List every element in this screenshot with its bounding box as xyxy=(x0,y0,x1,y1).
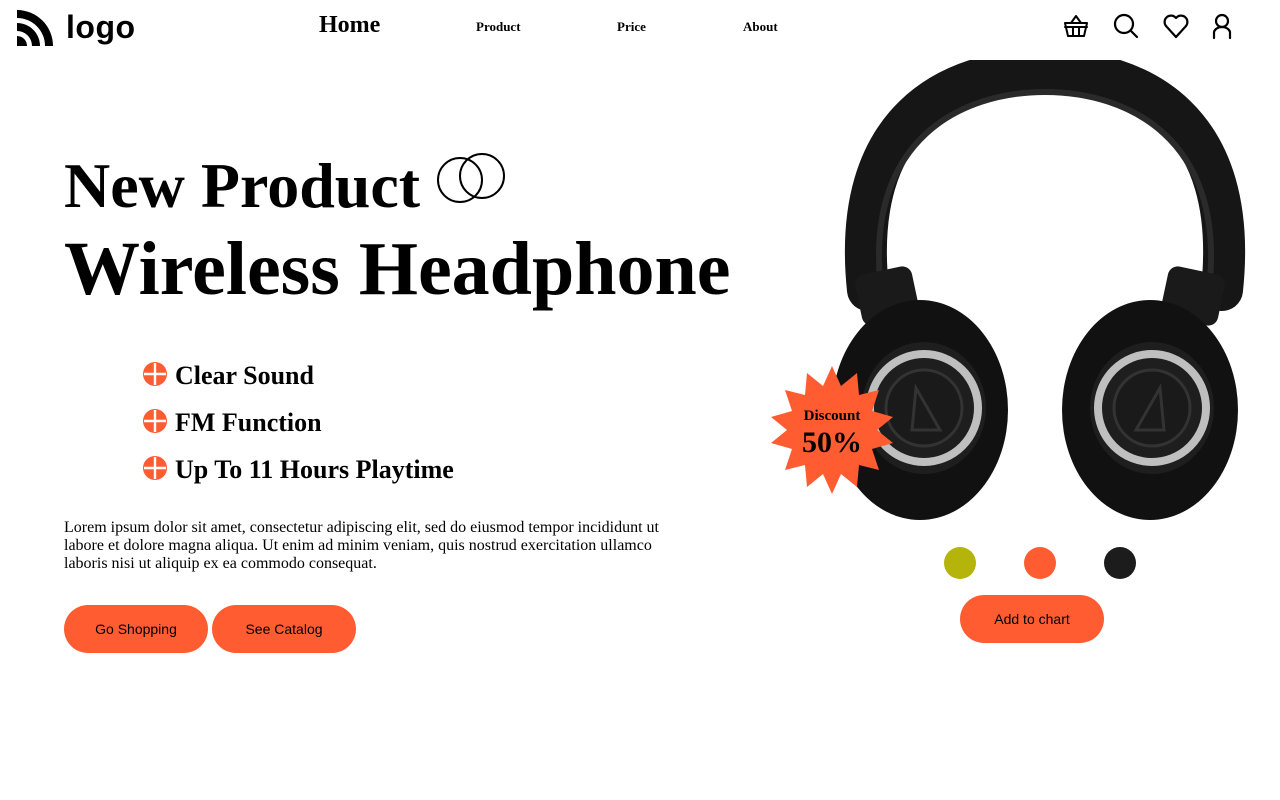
feature-label: Up To 11 Hours Playtime xyxy=(175,455,454,484)
logo[interactable]: logo xyxy=(14,6,136,48)
feature-label: Clear Sound xyxy=(175,361,314,390)
color-swatch-black[interactable] xyxy=(1104,547,1136,579)
discount-badge: Discount 50% xyxy=(768,366,896,494)
headline-new-product: New Product xyxy=(64,150,421,221)
feature-item: FM Function xyxy=(143,409,454,456)
feature-label: FM Function xyxy=(175,408,322,437)
search-icon[interactable] xyxy=(1112,12,1140,40)
basket-icon[interactable] xyxy=(1062,12,1090,40)
nav-price[interactable]: Price xyxy=(617,19,646,35)
plus-circle-icon xyxy=(143,456,167,480)
color-swatch-olive[interactable] xyxy=(944,547,976,579)
product-description: Lorem ipsum dolor sit amet, consectetur … xyxy=(64,519,659,572)
color-swatch-orange[interactable] xyxy=(1024,547,1056,579)
feature-list: Clear Sound FM Function Up To 11 Hours P… xyxy=(143,362,454,503)
rings-icon xyxy=(436,150,508,215)
logo-mark-icon xyxy=(17,10,53,46)
see-catalog-button[interactable]: See Catalog xyxy=(212,605,356,653)
user-icon[interactable] xyxy=(1208,12,1236,40)
discount-label: Discount xyxy=(803,408,861,424)
headline-wireless-headphone: Wireless Headphone xyxy=(64,227,731,311)
nav-home[interactable]: Home xyxy=(319,12,380,39)
discount-value: 50% xyxy=(802,426,862,459)
heart-icon[interactable] xyxy=(1162,12,1190,40)
go-shopping-button[interactable]: Go Shopping xyxy=(64,605,208,653)
add-to-cart-button[interactable]: Add to chart xyxy=(960,595,1104,643)
nav-about[interactable]: About xyxy=(743,19,778,35)
logo-text: logo xyxy=(66,8,136,45)
plus-circle-icon xyxy=(143,409,167,433)
feature-item: Clear Sound xyxy=(143,362,454,409)
nav-product[interactable]: Product xyxy=(476,19,521,35)
plus-circle-icon xyxy=(143,362,167,386)
feature-item: Up To 11 Hours Playtime xyxy=(143,456,454,503)
